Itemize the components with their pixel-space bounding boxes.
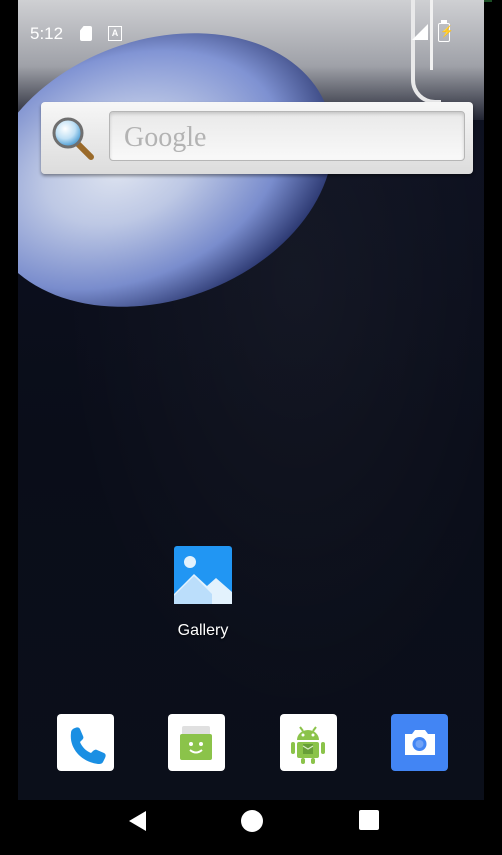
signal-icon [412, 24, 428, 40]
search-placeholder: Google [124, 122, 207, 153]
a-notification-icon: A [108, 26, 122, 41]
dock-messaging[interactable] [168, 714, 225, 771]
camera-icon [405, 730, 435, 755]
home-button[interactable] [241, 810, 263, 832]
sd-card-icon [80, 26, 92, 41]
dock-camera[interactable] [391, 714, 448, 771]
status-bar[interactable]: 5:12 A ⚡ [22, 16, 484, 56]
navigation-bar [22, 802, 492, 841]
recents-button[interactable] [359, 810, 379, 830]
app-gallery[interactable]: Gallery [168, 544, 248, 644]
back-button[interactable] [126, 809, 150, 833]
status-time: 5:12 [30, 24, 64, 43]
phone-icon [70, 727, 106, 764]
dock-store[interactable] [280, 714, 337, 771]
magnifier-icon[interactable] [51, 116, 95, 160]
google-search-widget[interactable]: Google [41, 102, 473, 174]
dock-phone[interactable] [57, 714, 114, 771]
battery-charging-icon: ⚡ [438, 20, 454, 42]
app-label-gallery: Gallery [177, 622, 229, 639]
gallery-icon[interactable] [174, 546, 232, 604]
search-input[interactable]: Google [109, 111, 465, 161]
messaging-icon [180, 726, 212, 760]
home-screen[interactable]: Google Gallery [24, 66, 494, 790]
android-store-icon [291, 726, 325, 764]
